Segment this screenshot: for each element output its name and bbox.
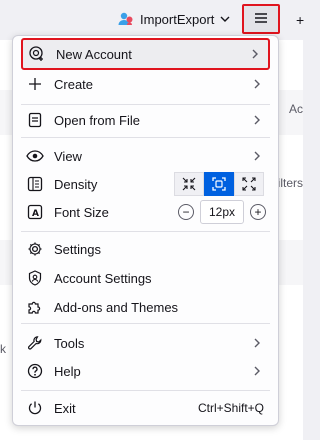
menu-item-new-account[interactable]: New Account: [21, 38, 270, 70]
menu-label: Settings: [54, 241, 101, 257]
font-size-control: − 12px +: [178, 200, 266, 224]
help-icon: [25, 361, 45, 381]
density-normal-button[interactable]: [204, 172, 234, 196]
menu-label: Account Settings: [54, 270, 152, 286]
chevron-right-icon: [254, 115, 260, 125]
chevron-down-icon: [219, 13, 231, 25]
menu-label: Open from File: [54, 112, 140, 128]
chevron-right-icon: [254, 366, 260, 376]
gear-icon: [25, 239, 45, 259]
density-button-group: [174, 172, 264, 196]
menu-item-exit[interactable]: Exit Ctrl+Shift+Q: [21, 394, 270, 422]
menu-item-help[interactable]: Help: [21, 357, 270, 385]
eye-icon: [25, 146, 45, 166]
menu-item-tools[interactable]: Tools: [21, 329, 270, 357]
menu-item-account-settings[interactable]: Account Settings: [21, 264, 270, 292]
font-size-value[interactable]: 12px: [200, 200, 244, 224]
menu-item-create[interactable]: Create: [21, 70, 270, 98]
menu-separator: [21, 231, 270, 232]
chevron-right-icon: [254, 151, 260, 161]
font-size-icon: A: [25, 202, 45, 222]
puzzle-piece-icon: [25, 297, 45, 317]
menu-label: Help: [54, 363, 81, 379]
background-text: k: [0, 342, 6, 356]
app-toolbar: ImportExport +: [0, 0, 304, 40]
svg-text:A: A: [32, 209, 39, 219]
font-size-decrease-button[interactable]: −: [178, 204, 194, 220]
background-text: ilters: [277, 176, 303, 190]
exit-shortcut: Ctrl+Shift+Q: [197, 401, 264, 415]
menu-label: Exit: [54, 400, 76, 416]
app-menu-button[interactable]: [242, 4, 280, 34]
menu-separator: [21, 104, 270, 105]
account-settings-icon: [25, 268, 45, 288]
compact-icon: [182, 177, 196, 191]
menu-item-view[interactable]: View: [21, 142, 270, 170]
background-text: Ac: [288, 102, 303, 116]
toolbar-plus-icon[interactable]: +: [296, 12, 304, 28]
menu-separator: [21, 323, 270, 324]
menu-label: Font Size: [54, 204, 109, 220]
plus-icon: [25, 74, 45, 94]
normal-density-icon: [212, 177, 226, 191]
menu-label: New Account: [56, 46, 132, 62]
new-account-icon: [27, 44, 47, 64]
chevron-right-icon: [252, 49, 258, 59]
density-touch-button[interactable]: [234, 172, 264, 196]
menu-separator: [21, 390, 270, 391]
wrench-icon: [25, 333, 45, 353]
menu-label: Add-ons and Themes: [54, 299, 179, 315]
power-icon: [25, 398, 45, 418]
account-selector[interactable]: ImportExport: [117, 8, 231, 30]
menu-separator: [21, 137, 270, 138]
chevron-right-icon: [254, 338, 260, 348]
touch-density-icon: [242, 177, 256, 191]
hamburger-icon: [254, 12, 268, 27]
menu-label: View: [54, 148, 82, 164]
density-icon: [25, 174, 45, 194]
menu-label: Create: [54, 76, 94, 92]
file-icon: [25, 110, 45, 130]
account-icon: [117, 10, 135, 28]
font-size-increase-button[interactable]: +: [250, 204, 266, 220]
account-label: ImportExport: [140, 11, 215, 27]
chevron-right-icon: [254, 79, 260, 89]
app-menu-panel: New Account Create Open from File View D…: [12, 35, 279, 426]
menu-item-settings[interactable]: Settings: [21, 235, 270, 263]
density-compact-button[interactable]: [174, 172, 204, 196]
menu-item-addons-themes[interactable]: Add-ons and Themes: [21, 293, 270, 321]
menu-item-font-size: A Font Size − 12px +: [21, 198, 270, 226]
menu-label: Density: [54, 176, 98, 192]
menu-label: Tools: [54, 335, 85, 351]
menu-item-open-from-file[interactable]: Open from File: [21, 106, 270, 134]
menu-item-density: Density: [21, 170, 270, 198]
